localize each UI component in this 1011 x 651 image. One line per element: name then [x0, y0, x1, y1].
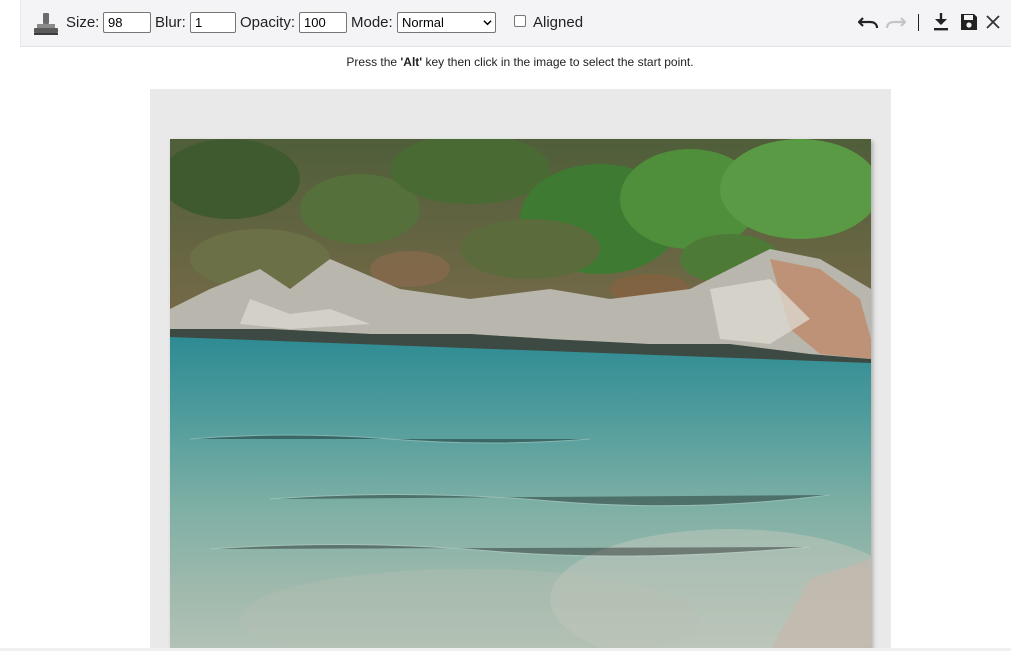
save-icon[interactable]	[958, 11, 980, 33]
blur-input[interactable]	[190, 12, 236, 33]
mode-select[interactable]: Normal	[397, 12, 496, 33]
hint-suffix: key then click in the image to select th…	[422, 55, 694, 69]
clone-stamp-toolbar: Size: Blur: Opacity: Mode: Normal Aligne…	[20, 0, 1011, 47]
edited-photo[interactable]	[170, 139, 871, 651]
aligned-checkbox[interactable]	[514, 15, 526, 27]
opacity-input[interactable]	[299, 12, 347, 33]
opacity-label: Opacity:	[240, 14, 296, 31]
toolbar-separator	[918, 14, 919, 31]
hint-prefix: Press the	[346, 55, 401, 69]
instruction-text: Press the 'Alt' key then click in the im…	[0, 55, 1011, 69]
close-icon[interactable]	[982, 11, 1004, 33]
chevron-down-icon	[483, 20, 492, 26]
download-icon[interactable]	[930, 11, 952, 33]
clone-stamp-icon[interactable]	[33, 12, 59, 36]
redo-icon[interactable]	[885, 11, 907, 33]
undo-icon[interactable]	[857, 11, 879, 33]
blur-label: Blur:	[155, 14, 186, 31]
size-label: Size:	[66, 14, 100, 31]
hint-key: 'Alt'	[400, 55, 423, 69]
aligned-label: Aligned	[533, 14, 584, 31]
mode-label: Mode:	[351, 14, 393, 31]
mode-select-value: Normal	[402, 15, 444, 30]
size-input[interactable]	[103, 12, 151, 33]
